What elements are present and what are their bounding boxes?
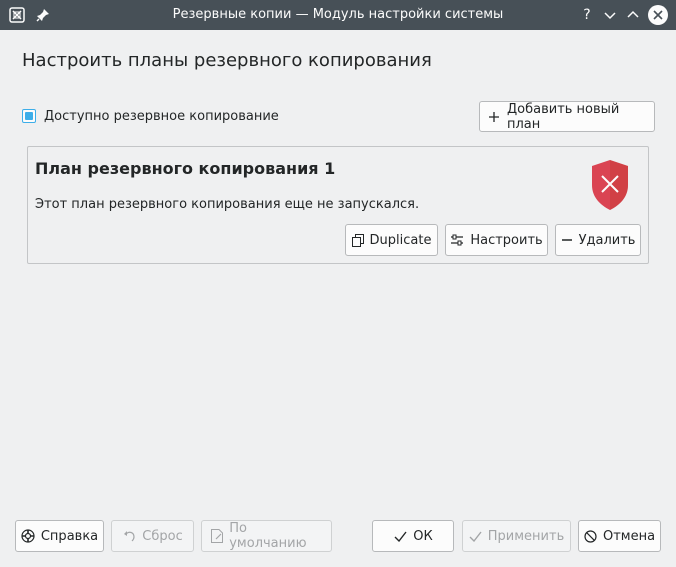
help-icon[interactable]: ? [577, 5, 597, 25]
help-button[interactable]: Справка [15, 520, 104, 552]
plan-title: План резервного копирования 1 [35, 159, 336, 178]
cancel-label: Отмена [602, 528, 656, 544]
apply-label: Применить [487, 528, 565, 544]
apply-checkmark-icon [469, 529, 482, 543]
checkbox-check-mark [25, 112, 33, 120]
copy-icon [351, 233, 364, 247]
duplicate-plan-button[interactable]: Duplicate [345, 224, 438, 256]
backup-enabled-row[interactable]: Доступно резервное копирование [22, 107, 279, 125]
ok-label: ОК [413, 528, 433, 544]
plus-icon [488, 110, 501, 124]
plan-status-text: Этот план резервного копирования еще не … [35, 197, 420, 212]
help-glyph: ? [583, 7, 591, 23]
backup-enabled-label: Доступно резервное копирование [44, 108, 279, 124]
help-label: Справка [40, 528, 99, 544]
apply-button[interactable]: Применить [462, 520, 571, 552]
cancel-icon [584, 529, 597, 543]
remove-plan-button[interactable]: Удалить [555, 224, 641, 256]
help-lifebuoy-icon [21, 529, 35, 543]
configure-plan-button[interactable]: Настроить [445, 224, 548, 256]
defaults-label: По умолчанию [229, 521, 307, 551]
checkmark-icon [393, 529, 407, 543]
cancel-button[interactable]: Отмена [578, 520, 661, 552]
undo-icon [122, 529, 136, 543]
close-icon[interactable] [648, 5, 668, 25]
ok-button[interactable]: ОК [372, 520, 454, 552]
add-plan-button[interactable]: Добавить новый план [479, 101, 655, 132]
defaults-button[interactable]: По умолчанию [201, 520, 332, 552]
page-title: Настроить планы резервного копирования [22, 50, 432, 71]
backup-enabled-checkbox[interactable] [22, 109, 36, 123]
remove-label: Удалить [578, 232, 636, 248]
window-title: Резервные копии — Модуль настройки систе… [172, 7, 504, 22]
minimize-icon[interactable] [600, 5, 620, 25]
add-plan-label: Добавить новый план [506, 101, 620, 132]
document-defaults-icon [210, 529, 223, 543]
reset-label: Сброс [142, 528, 183, 544]
reset-button[interactable]: Сброс [111, 520, 194, 552]
configure-icon [450, 233, 464, 247]
configure-label: Настроить [470, 232, 543, 248]
minus-icon [561, 233, 573, 247]
settings-window: Резервные копии — Модуль настройки систе… [0, 0, 676, 567]
error-shield-icon [590, 159, 630, 211]
duplicate-label: Duplicate [369, 232, 432, 248]
titlebar: Резервные копии — Модуль настройки систе… [0, 0, 676, 30]
maximize-icon[interactable] [623, 5, 643, 25]
